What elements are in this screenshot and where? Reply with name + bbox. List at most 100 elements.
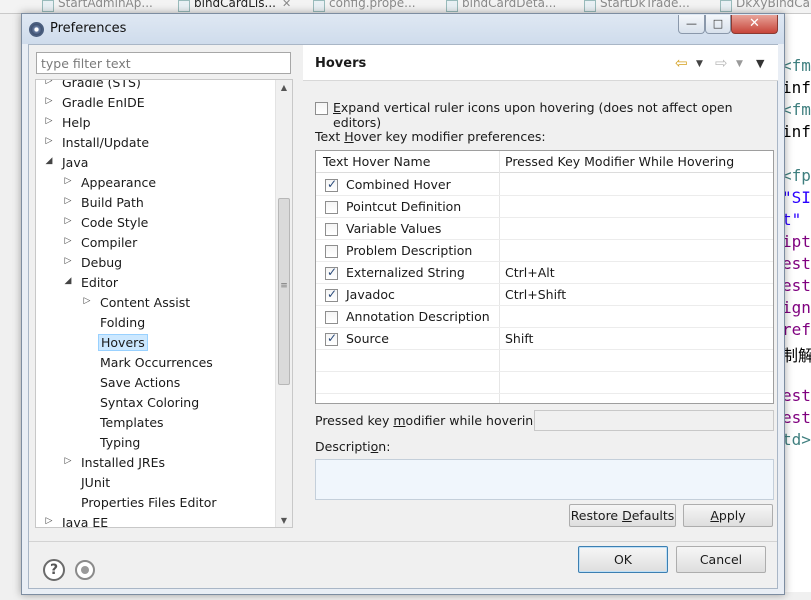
editor-tab[interactable]: DkXyBindCar xyxy=(718,0,811,13)
table-row[interactable]: Javadoc Ctrl+Shift xyxy=(316,284,773,306)
maximize-button[interactable]: □ xyxy=(705,15,731,34)
table-row[interactable]: Annotation Description xyxy=(316,306,773,328)
table-row[interactable]: Problem Description xyxy=(316,240,773,262)
expand-ruler-checkbox[interactable] xyxy=(315,102,328,115)
filter-input[interactable] xyxy=(36,52,291,74)
cancel-button[interactable]: Cancel xyxy=(676,546,766,573)
table-row[interactable]: Variable Values xyxy=(316,218,773,240)
hover-enabled-checkbox[interactable] xyxy=(325,265,338,280)
tree-item[interactable]: ▷ Java EE xyxy=(36,513,276,527)
tree-item[interactable]: JUnit xyxy=(36,473,276,493)
hover-enabled-checkbox[interactable] xyxy=(325,201,338,214)
expand-arrow-icon[interactable]: ▷ xyxy=(63,236,73,246)
tree-item[interactable]: ▷ Help xyxy=(36,113,276,133)
view-menu-icon[interactable]: ▼ xyxy=(756,57,764,70)
hover-enabled-checkbox[interactable] xyxy=(325,311,338,324)
expand-arrow-icon[interactable]: ▷ xyxy=(44,116,54,126)
hover-name: Source xyxy=(346,331,389,346)
table-row[interactable] xyxy=(316,350,773,372)
title-bar[interactable]: Preferences — □ ✕ xyxy=(22,14,784,44)
hover-enabled-checkbox[interactable] xyxy=(325,245,338,258)
scroll-up-icon[interactable]: ▲ xyxy=(276,80,292,96)
tree-item[interactable]: Mark Occurrences xyxy=(36,353,276,373)
back-arrow-icon[interactable]: ⇦ xyxy=(675,54,688,72)
tree-item[interactable]: ▷ Install/Update xyxy=(36,133,276,153)
tree-item[interactable]: ▷ Content Assist xyxy=(36,293,276,313)
back-dropdown-icon[interactable]: ▼ xyxy=(696,59,703,69)
apply-button[interactable]: Apply xyxy=(683,504,773,527)
code-line: "SI xyxy=(782,188,811,207)
expand-arrow-icon[interactable]: ▷ xyxy=(44,516,54,526)
import-export-icon[interactable] xyxy=(75,560,95,580)
tree-item-label: Save Actions xyxy=(100,375,181,390)
expand-arrow-icon[interactable]: ▷ xyxy=(63,196,73,206)
tree-item[interactable]: Properties Files Editor xyxy=(36,493,276,513)
scroll-down-icon[interactable]: ▼ xyxy=(276,513,292,527)
close-button[interactable]: ✕ xyxy=(731,15,778,34)
tree-item[interactable]: Syntax Coloring xyxy=(36,393,276,413)
hover-enabled-checkbox[interactable] xyxy=(325,331,338,346)
expand-arrow-icon[interactable]: ▷ xyxy=(63,176,73,186)
hover-enabled-checkbox[interactable] xyxy=(325,287,338,302)
code-line: ipt xyxy=(782,232,811,251)
ok-button[interactable]: OK xyxy=(578,546,668,573)
tree-item-label: Folding xyxy=(100,315,146,330)
restore-defaults-button[interactable]: Restore Defaults xyxy=(569,504,676,527)
tree-item[interactable]: ▷ Appearance xyxy=(36,173,276,193)
hover-name: Pointcut Definition xyxy=(346,199,462,214)
tree-item[interactable]: ▷ Installed JREs xyxy=(36,453,276,473)
tree-item[interactable]: Hovers xyxy=(36,333,276,353)
tab-close-icon[interactable]: ✕ xyxy=(282,0,291,10)
column-header-modifier[interactable]: Pressed Key Modifier While Hovering xyxy=(505,154,734,169)
table-row[interactable]: Externalized String Ctrl+Alt xyxy=(316,262,773,284)
forward-arrow-icon[interactable]: ⇨ xyxy=(715,54,728,72)
collapse-arrow-icon[interactable]: ◢ xyxy=(63,276,73,286)
code-line: <fm xyxy=(782,56,811,75)
file-icon xyxy=(584,0,596,12)
tree-item[interactable]: Typing xyxy=(36,433,276,453)
table-row[interactable] xyxy=(316,372,773,394)
expand-arrow-icon[interactable]: ▷ xyxy=(44,136,54,146)
tree-item[interactable]: ▷ Build Path xyxy=(36,193,276,213)
tree-item[interactable]: ◢ Java xyxy=(36,153,276,173)
expand-arrow-icon[interactable]: ▷ xyxy=(63,256,73,266)
tree-item[interactable]: ▷ Code Style xyxy=(36,213,276,233)
hovers-page: Expand vertical ruler icons upon hoverin… xyxy=(303,82,778,538)
expand-arrow-icon[interactable]: ▷ xyxy=(63,456,73,466)
expand-arrow-icon[interactable]: ▷ xyxy=(44,80,54,86)
tree-item[interactable]: ▷ Compiler xyxy=(36,233,276,253)
hover-enabled-checkbox[interactable] xyxy=(325,177,338,192)
modifier-prefs-label: Text Hover key modifier preferences: xyxy=(315,129,546,144)
tree-scrollbar[interactable]: ▲ ≡ ▼ xyxy=(275,80,292,527)
pressed-key-field xyxy=(534,410,774,431)
editor-tab[interactable]: StartDkTrade... xyxy=(582,0,690,13)
forward-dropdown-icon[interactable]: ▼ xyxy=(736,59,743,69)
editor-tab-label: bindCardDeta... xyxy=(462,0,557,10)
tree-item[interactable]: Templates xyxy=(36,413,276,433)
help-icon[interactable]: ? xyxy=(43,559,65,581)
tree-item[interactable]: Save Actions xyxy=(36,373,276,393)
editor-tab[interactable]: bindCardDeta... xyxy=(444,0,557,13)
tree-item[interactable]: Folding xyxy=(36,313,276,333)
editor-tab[interactable]: StartAdminAp... xyxy=(40,0,153,13)
table-row[interactable]: Combined Hover xyxy=(316,174,773,196)
hover-table: Text Hover Name Pressed Key Modifier Whi… xyxy=(315,150,774,404)
collapse-arrow-icon[interactable]: ◢ xyxy=(44,156,54,166)
column-header-name[interactable]: Text Hover Name xyxy=(323,154,430,169)
editor-tab[interactable]: config.prope... xyxy=(311,0,416,13)
table-row[interactable]: Source Shift xyxy=(316,328,773,350)
editor-tab[interactable]: bindCardLis... ✕ xyxy=(176,0,291,13)
expand-arrow-icon[interactable]: ▷ xyxy=(44,96,54,106)
tree-item[interactable]: ▷ Gradle (STS) xyxy=(36,80,276,93)
tree-item[interactable]: ◢ Editor xyxy=(36,273,276,293)
table-row[interactable]: Pointcut Definition xyxy=(316,196,773,218)
minimize-button[interactable]: — xyxy=(678,15,705,34)
hover-enabled-checkbox[interactable] xyxy=(325,223,338,236)
expand-arrow-icon[interactable]: ▷ xyxy=(63,216,73,226)
expand-arrow-icon[interactable]: ▷ xyxy=(82,296,92,306)
tree-item[interactable]: ▷ Debug xyxy=(36,253,276,273)
expand-ruler-label[interactable]: Expand vertical ruler icons upon hoverin… xyxy=(333,100,778,130)
scroll-thumb[interactable]: ≡ xyxy=(278,198,290,385)
tree-item[interactable]: ▷ Gradle EnIDE xyxy=(36,93,276,113)
tree-item-label: Code Style xyxy=(81,215,149,230)
